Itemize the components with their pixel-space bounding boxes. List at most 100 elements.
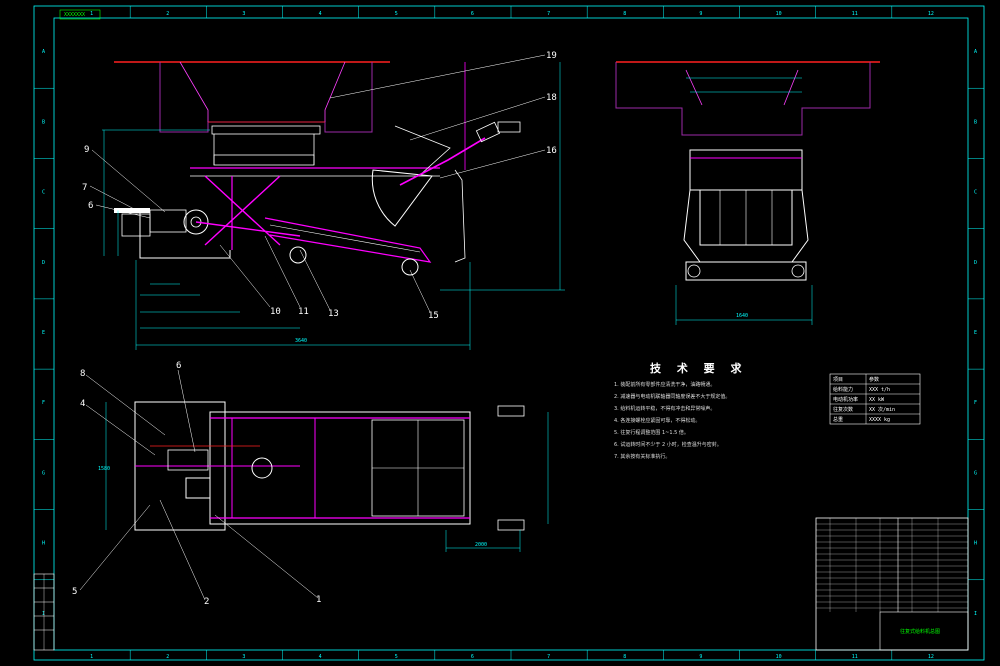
plan-callout-2: 2: [204, 597, 209, 607]
hopper-chute-left: [179, 61, 209, 122]
zone-row-label-right: C: [974, 190, 977, 196]
plan-motor: [185, 477, 211, 499]
zone-column-label-top: 2: [166, 11, 169, 17]
plan-callout-5: 5: [72, 587, 77, 597]
zone-column-label-top: 1: [90, 11, 93, 17]
param-name-cell: 电动机功率: [833, 396, 858, 403]
zone-column-label-bottom: 12: [928, 654, 934, 660]
param-value-cell: 参数: [869, 376, 879, 383]
callout-18: 18: [546, 93, 557, 103]
tech-req-item-5: 5. 往复行程调整范围 1~1.5 倍。: [614, 429, 689, 436]
zone-column-label-bottom: 6: [471, 654, 474, 660]
drawing-number-tag: XXXXXXX: [64, 12, 85, 18]
plan-eccentric: [251, 457, 273, 479]
overall-width-dimension: 3640: [295, 338, 307, 344]
side-base: [685, 261, 807, 281]
zone-row-label-left: B: [42, 119, 45, 125]
zone-column-label-bottom: 9: [699, 654, 702, 660]
zone-column-label-bottom: 11: [852, 654, 858, 660]
counterweight: [497, 121, 521, 133]
zone-row-label-right: E: [974, 330, 977, 336]
zone-column-label-top: 9: [699, 11, 702, 17]
zone-column-label-top: 6: [471, 11, 474, 17]
param-value-cell: XXX t/h: [869, 387, 890, 393]
zone-column-label-bottom: 4: [319, 654, 322, 660]
callout-7: 7: [82, 183, 87, 193]
zone-column-label-bottom: 1: [90, 654, 93, 660]
support-roller-right: [401, 258, 419, 276]
zone-row-label-right: I: [974, 611, 977, 617]
param-value-cell: XX 次/min: [869, 406, 895, 413]
zone-column-label-top: 10: [776, 11, 782, 17]
plan-callout-8: 8: [80, 369, 85, 379]
zone-row-label-right: F: [974, 400, 977, 406]
param-name-cell: 总重: [833, 416, 843, 423]
zone-column-label-bottom: 7: [547, 654, 550, 660]
zone-column-label-bottom: 3: [242, 654, 245, 660]
param-value-cell: XXXX kg: [869, 417, 890, 423]
plan-roller-top: [497, 405, 525, 417]
zone-column-label-top: 5: [395, 11, 398, 17]
zone-column-label-top: 12: [928, 11, 934, 17]
zone-column-label-top: 4: [319, 11, 322, 17]
sheet-frame: [33, 5, 985, 661]
plan-callout-4: 4: [80, 399, 85, 409]
plan-height-dimension: 1580: [98, 466, 110, 472]
left-stamp-block: [33, 573, 55, 651]
sector-gate: [371, 169, 433, 227]
callout-9: 9: [84, 145, 89, 155]
lever-handle: [475, 121, 501, 143]
tech-req-item-7: 7. 其余按有关标准执行。: [614, 453, 670, 460]
callout-15: 15: [428, 311, 439, 321]
zone-column-label-top: 7: [547, 11, 550, 17]
support-roller-left: [289, 246, 307, 264]
side-chute-left: [685, 69, 703, 106]
plan-leaders: [79, 369, 319, 601]
side-hopper-body: [615, 62, 871, 136]
zone-row-label-right: H: [974, 541, 977, 547]
front-elevation-view: 3640 9 7 6 10 11 13 15 16 18 19: [82, 51, 565, 350]
callout-10: 10: [270, 307, 281, 317]
technical-requirements: 技 术 要 求 1. 装配前所有零部件应清洗干净，油路畅通。 2. 减速器与电动…: [614, 361, 742, 460]
side-roller-left: [687, 264, 701, 278]
callout-13: 13: [328, 309, 339, 319]
side-frame-top: [689, 149, 803, 191]
tech-req-item-4: 4. 各连接螺栓应紧固可靠，不得松动。: [614, 417, 700, 424]
front-dimensions: [102, 62, 565, 350]
frame-zone-markers: 112233445566778899101011111212A AB BC CD DE E…: [34, 6, 984, 660]
side-leg-right: [791, 189, 809, 263]
drive-motor: [121, 213, 151, 237]
zone-column-label-bottom: 2: [166, 654, 169, 660]
zone-row-label-right: B: [974, 119, 977, 125]
zone-row-label-left: E: [42, 330, 45, 336]
zone-row-label-left: D: [42, 260, 45, 266]
param-name-cell: 给料能力: [833, 386, 853, 393]
gate-frame: [213, 154, 315, 166]
discharge-plate: [454, 169, 466, 263]
zone-row-label-left: A: [42, 49, 45, 55]
hopper-chute-right: [324, 61, 346, 122]
plan-callout-6: 6: [176, 361, 181, 371]
zone-column-label-top: 8: [623, 11, 626, 17]
cad-drawing-sheet: 112233445566778899101011111212A AB BC CD DE E…: [33, 5, 985, 661]
param-name-cell: 项目: [833, 377, 843, 383]
callout-19: 19: [546, 51, 557, 61]
gear-reducer: [149, 209, 187, 233]
zone-row-label-left: C: [42, 190, 45, 196]
zone-column-label-bottom: 8: [623, 654, 626, 660]
plan-width-dimension: 2000: [475, 542, 487, 548]
tech-req-item-6: 6. 试运转时间不少于 2 小时，检查温升与密封。: [614, 441, 722, 448]
title-block-title: 往复式给料机总图: [900, 628, 940, 635]
side-leg-left: [683, 189, 701, 263]
callout-11: 11: [298, 307, 309, 317]
tech-req-item-2: 2. 减速器与电动机联轴器同轴度误差不大于规定值。: [614, 393, 730, 400]
side-elevation-view: 1640: [615, 61, 880, 325]
callout-16: 16: [546, 146, 557, 156]
plan-view: 1580 2000 8 4 6 5 2 1: [72, 361, 549, 607]
connecting-rod: [195, 221, 301, 237]
param-value-cell: XX kW: [869, 397, 885, 403]
zone-column-label-top: 3: [242, 11, 245, 17]
front-leaders: [89, 54, 546, 313]
side-chute-right: [783, 69, 799, 106]
side-width-dimension: 1640: [736, 313, 748, 319]
